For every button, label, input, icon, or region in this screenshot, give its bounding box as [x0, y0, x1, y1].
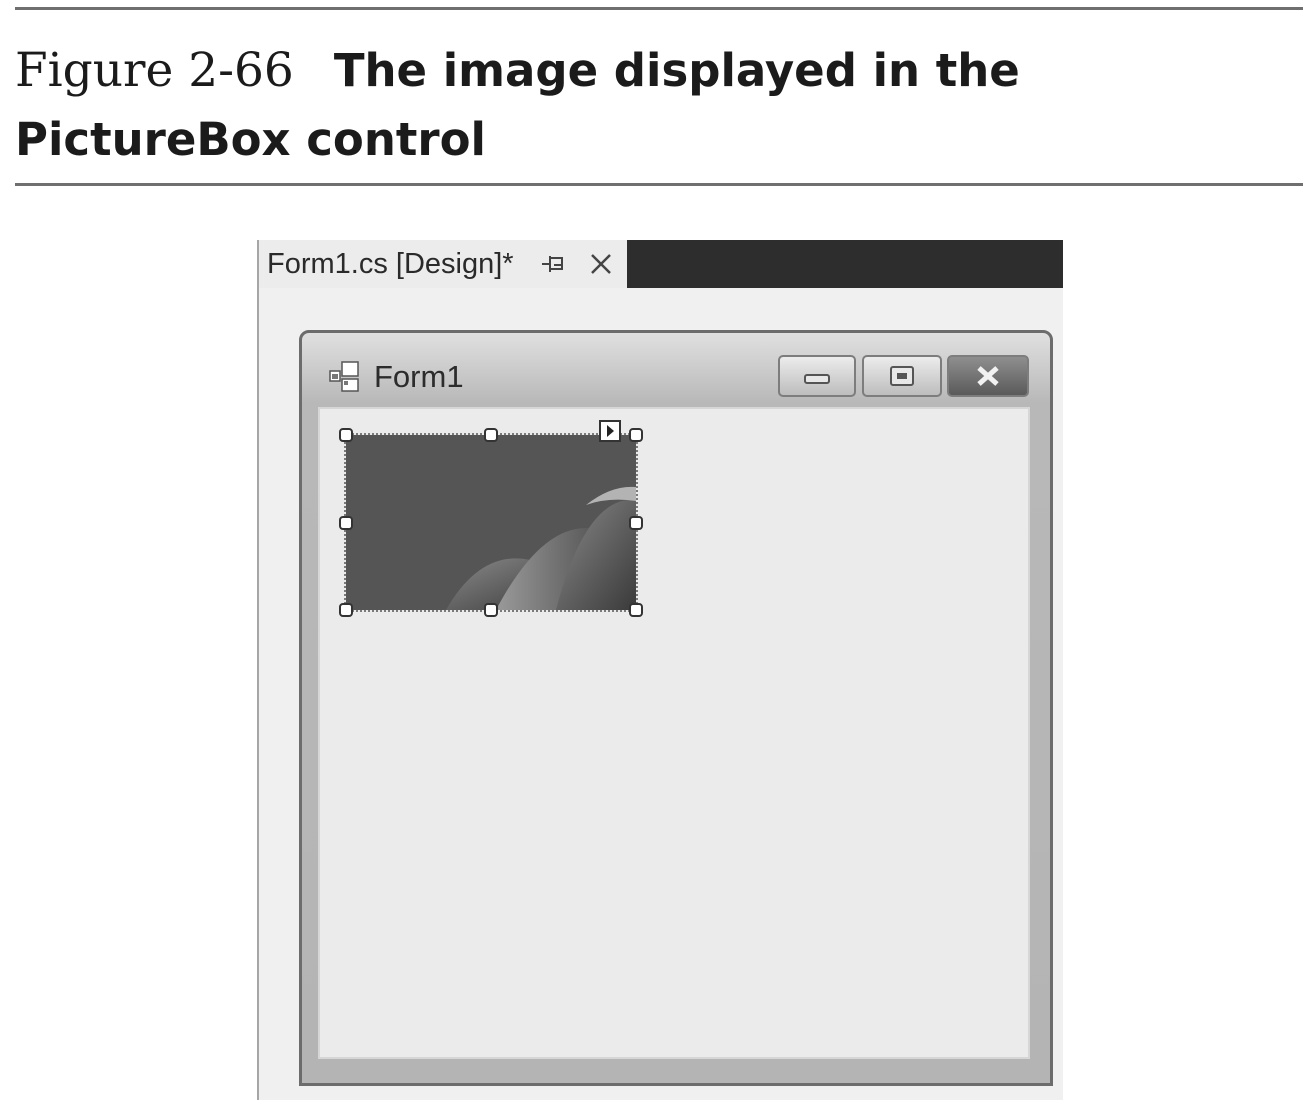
- resize-handle-bottom-left[interactable]: [339, 603, 353, 617]
- picturebox-control[interactable]: [344, 433, 638, 612]
- maximize-icon: [890, 366, 914, 386]
- form-title: Form1: [374, 359, 464, 394]
- maximize-button[interactable]: [862, 355, 942, 397]
- bottom-rule: [15, 183, 1303, 186]
- resize-handle-bottom[interactable]: [484, 603, 498, 617]
- resize-handle-bottom-right[interactable]: [629, 603, 643, 617]
- figure-label: Figure 2-66: [15, 43, 294, 98]
- tab-label: Form1.cs [Design]*: [267, 247, 514, 280]
- smart-tag-button[interactable]: [599, 420, 621, 442]
- minimize-button[interactable]: [778, 355, 856, 397]
- tab-strip-filler: [627, 240, 1063, 288]
- designer-window: Form1.cs [Design]* Form1: [257, 240, 1063, 1100]
- document-tab-strip: Form1.cs [Design]*: [259, 240, 1063, 288]
- resize-handle-top-right[interactable]: [629, 428, 643, 442]
- resize-handle-right[interactable]: [629, 516, 643, 530]
- form-icon: [329, 361, 359, 392]
- resize-handle-left[interactable]: [339, 516, 353, 530]
- smart-tag-arrow-icon: [607, 425, 614, 437]
- close-button[interactable]: [947, 355, 1029, 397]
- form1-window[interactable]: Form1: [299, 330, 1053, 1086]
- resize-handle-top[interactable]: [484, 428, 498, 442]
- minimize-icon: [804, 374, 830, 384]
- pin-icon[interactable]: [542, 255, 566, 273]
- top-rule: [15, 7, 1303, 10]
- picture-image: [346, 435, 636, 610]
- tab-form1-design[interactable]: Form1.cs [Design]*: [259, 240, 627, 288]
- resize-handle-top-left[interactable]: [339, 428, 353, 442]
- close-icon[interactable]: [589, 252, 613, 276]
- close-window-icon: [977, 366, 999, 386]
- form-client-area[interactable]: [318, 407, 1030, 1059]
- figure-caption: Figure 2-66 The image displayed in the Pi…: [15, 36, 1300, 174]
